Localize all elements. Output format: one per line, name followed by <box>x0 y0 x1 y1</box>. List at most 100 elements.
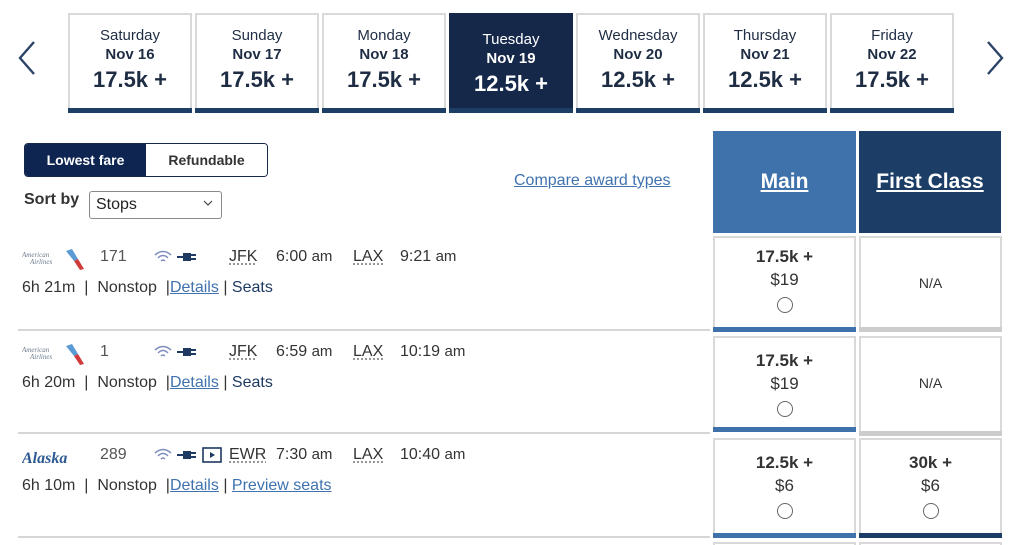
date-tile-nov-19-selected[interactable]: Tuesday Nov 19 12.5k + <box>449 13 573 113</box>
date-tile-nov-18[interactable]: Monday Nov 18 17.5k + <box>322 13 446 113</box>
date-points: 17.5k + <box>92 67 167 92</box>
destination-airport[interactable]: LAX <box>353 248 383 266</box>
arrival-ampm: am <box>444 343 466 360</box>
date-points: 12.5k + <box>473 71 548 96</box>
lowest-fare-option[interactable]: Lowest fare <box>25 144 146 176</box>
fare-first-class-unavailable: N/A <box>859 236 1002 332</box>
date-date: Nov 22 <box>867 46 917 63</box>
fare-main[interactable]: 17.5k + $19 <box>713 336 856 432</box>
date-date: Nov 21 <box>740 46 790 63</box>
details-link[interactable]: Details <box>170 279 219 296</box>
date-points: 17.5k + <box>219 67 294 92</box>
arrival-time-value: 10:19 <box>400 343 441 360</box>
fare-na: N/A <box>918 375 943 391</box>
stops: Nonstop <box>97 374 157 391</box>
departure-time-value: 6:59 <box>276 343 308 360</box>
fare-radio[interactable] <box>922 503 939 519</box>
arrival-time: 9:21 am <box>400 248 456 266</box>
power-icon <box>177 348 196 356</box>
separator: | <box>223 279 228 296</box>
fare-miles: 30k + <box>908 453 952 472</box>
sort-selected-value: Stops <box>96 196 137 213</box>
flight-number: 1 <box>100 343 109 360</box>
amenities <box>154 345 197 359</box>
fare-miles: 17.5k + <box>755 351 814 370</box>
fare-main[interactable]: 17.5k + $19 <box>713 236 856 332</box>
date-tile-nov-17[interactable]: Sunday Nov 17 17.5k + <box>195 13 319 113</box>
sort-by-label: Sort by <box>24 191 80 208</box>
fare-na: N/A <box>918 275 943 291</box>
wifi-icon <box>154 448 172 460</box>
seats-link[interactable]: Seats <box>232 374 273 391</box>
date-points: 12.5k + <box>727 67 802 92</box>
arrival-time-value: 9:21 <box>400 248 432 265</box>
fare-first-class[interactable]: 30k + $6 <box>859 438 1002 538</box>
fare-radio[interactable] <box>776 401 793 417</box>
stops: Nonstop <box>97 279 157 296</box>
destination-airport[interactable]: LAX <box>353 343 383 361</box>
american-airlines-logo: American Airlines <box>22 344 84 365</box>
date-tile-nov-16[interactable]: Saturday Nov 16 17.5k + <box>68 13 192 113</box>
duration: 6h 10m <box>22 477 76 494</box>
previous-dates-button[interactable] <box>14 36 44 80</box>
departure-time: 7:30 am <box>276 446 332 464</box>
details-link[interactable]: Details <box>170 477 219 494</box>
date-tile-nov-21[interactable]: Thursday Nov 21 12.5k + <box>703 13 827 113</box>
flight-summary: 6h 10m | Nonstop |Details | Preview seat… <box>22 477 332 495</box>
video-icon <box>202 447 222 463</box>
cabin-header-first-class[interactable]: First Class <box>859 131 1001 233</box>
separator: | <box>223 374 228 391</box>
refundable-option[interactable]: Refundable <box>146 144 267 176</box>
details-link[interactable]: Details <box>170 374 219 391</box>
origin-airport[interactable]: JFK <box>229 248 257 266</box>
fare-tax: $19 <box>770 374 799 393</box>
separator: | <box>84 279 89 296</box>
fare-type-toggle: Lowest fare Refundable <box>24 143 268 177</box>
departure-time: 6:59 am <box>276 343 332 361</box>
fare-tax: $19 <box>770 270 799 289</box>
chevron-down-icon <box>203 200 213 206</box>
wifi-icon <box>154 345 172 357</box>
date-points: 17.5k + <box>346 67 421 92</box>
fare-tax: $6 <box>775 476 794 495</box>
wifi-icon <box>154 250 172 262</box>
origin-airport[interactable]: JFK <box>229 343 257 361</box>
flight-number: 171 <box>100 248 127 265</box>
date-day: Sunday <box>231 27 283 44</box>
amenities <box>154 447 222 463</box>
flight-number: 289 <box>100 446 127 463</box>
departure-time: 6:00 am <box>276 248 332 266</box>
date-day: Friday <box>871 27 913 44</box>
date-day: Wednesday <box>598 27 678 44</box>
seats-link[interactable]: Seats <box>232 279 273 296</box>
date-points: 17.5k + <box>854 67 929 92</box>
fare-miles: 17.5k + <box>755 247 814 266</box>
power-icon <box>177 253 196 261</box>
row-divider <box>18 536 710 538</box>
date-tile-nov-20[interactable]: Wednesday Nov 20 12.5k + <box>576 13 700 113</box>
next-dates-button[interactable] <box>980 36 1010 80</box>
sort-by-select[interactable]: Stops <box>89 191 222 219</box>
fare-radio[interactable] <box>776 503 793 519</box>
fare-main[interactable]: 12.5k + $6 <box>713 438 856 538</box>
row-divider <box>18 432 710 434</box>
arrival-time-value: 10:40 <box>400 446 441 463</box>
flight-summary: 6h 21m | Nonstop |Details | Seats <box>22 279 273 297</box>
departure-ampm: am <box>311 248 333 265</box>
amenities <box>154 250 197 264</box>
arrival-ampm: am <box>435 248 457 265</box>
fare-radio[interactable] <box>776 297 793 313</box>
cabin-header-main[interactable]: Main <box>713 131 856 233</box>
alaska-airlines-logo: Alaska <box>22 450 67 467</box>
date-day: Monday <box>357 27 411 44</box>
date-date: Nov 19 <box>486 50 536 67</box>
date-strip: Saturday Nov 16 17.5k + Sunday Nov 17 17… <box>68 13 954 113</box>
origin-airport[interactable]: EWR <box>229 446 266 464</box>
compare-award-types-link[interactable]: Compare award types <box>514 172 671 190</box>
row-divider <box>18 329 710 331</box>
arrival-ampm: am <box>444 446 466 463</box>
preview-seats-link[interactable]: Preview seats <box>232 477 332 494</box>
flight-summary: 6h 20m | Nonstop |Details | Seats <box>22 374 273 392</box>
destination-airport[interactable]: LAX <box>353 446 383 464</box>
date-tile-nov-22[interactable]: Friday Nov 22 17.5k + <box>830 13 954 113</box>
